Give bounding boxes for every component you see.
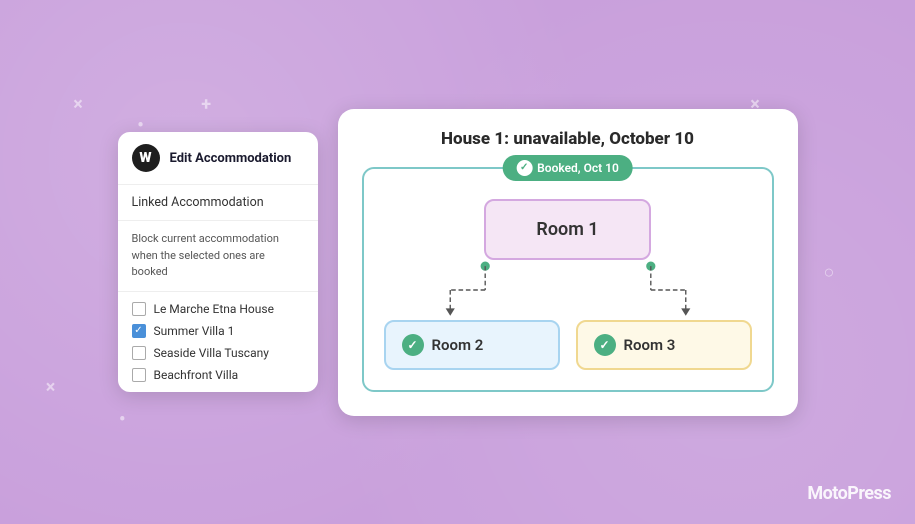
room1-box: Room 1 xyxy=(484,199,650,260)
checkbox-item-1[interactable]: Le Marche Etna House xyxy=(132,302,304,316)
room3-check-icon: ✓ xyxy=(594,334,616,356)
booked-check-icon: ✓ xyxy=(516,160,532,176)
room2-box: ✓ Room 2 xyxy=(384,320,560,370)
right-panel: House 1: unavailable, October 10 ✓ Booke… xyxy=(338,109,798,416)
room1-label: Room 1 xyxy=(536,219,598,240)
checkbox-4[interactable] xyxy=(132,368,146,382)
checkbox-label-2: Summer Villa 1 xyxy=(154,324,235,338)
room2-label: Room 2 xyxy=(432,336,484,354)
checkbox-list: Le Marche Etna House Summer Villa 1 Seas… xyxy=(118,292,318,392)
checkbox-1[interactable] xyxy=(132,302,146,316)
checkbox-3[interactable] xyxy=(132,346,146,360)
arrows-svg xyxy=(384,260,752,320)
checkbox-label-1: Le Marche Etna House xyxy=(154,302,274,316)
motopress-brand: MotoPress xyxy=(807,483,891,504)
checkbox-item-4[interactable]: Beachfront Villa xyxy=(132,368,304,382)
booked-badge-label: Booked, Oct 10 xyxy=(537,161,619,175)
room2-check-icon: ✓ xyxy=(402,334,424,356)
room3-box: ✓ Room 3 xyxy=(576,320,752,370)
linked-accommodation-label[interactable]: Linked Accommodation xyxy=(118,185,318,221)
deco-symbol-6: ○ xyxy=(824,262,835,283)
wp-header: W Edit Accommodation xyxy=(118,132,318,185)
room3-label: Room 3 xyxy=(624,336,676,354)
checkbox-label-4: Beachfront Villa xyxy=(154,368,239,382)
bottom-rooms: ✓ Room 2 ✓ Room 3 xyxy=(384,320,752,370)
house-title-rest: unavailable, October 10 xyxy=(509,129,694,149)
house-title-bold: House 1: xyxy=(441,129,509,149)
checkbox-2[interactable] xyxy=(132,324,146,338)
wordpress-logo: W xyxy=(132,144,160,172)
deco-symbol-1: × xyxy=(73,94,83,115)
diagram: ✓ Booked, Oct 10 Room 1 xyxy=(362,167,774,392)
arrows-container xyxy=(384,260,752,320)
deco-symbol-7: × xyxy=(46,377,56,398)
checkbox-item-3[interactable]: Seaside Villa Tuscany xyxy=(132,346,304,360)
motopress-label: MotoPress xyxy=(807,483,891,504)
edit-accommodation-label: Edit Accommodation xyxy=(170,151,292,166)
block-description: Block current accommodation when the sel… xyxy=(118,221,318,292)
booked-badge: ✓ Booked, Oct 10 xyxy=(502,155,633,181)
checkbox-item-2[interactable]: Summer Villa 1 xyxy=(132,324,304,338)
main-layout: W Edit Accommodation Linked Accommodatio… xyxy=(118,109,798,416)
house-title: House 1: unavailable, October 10 xyxy=(362,129,774,149)
left-panel: W Edit Accommodation Linked Accommodatio… xyxy=(118,132,318,392)
room1-container: Room 1 xyxy=(384,199,752,260)
checkbox-label-3: Seaside Villa Tuscany xyxy=(154,346,269,360)
